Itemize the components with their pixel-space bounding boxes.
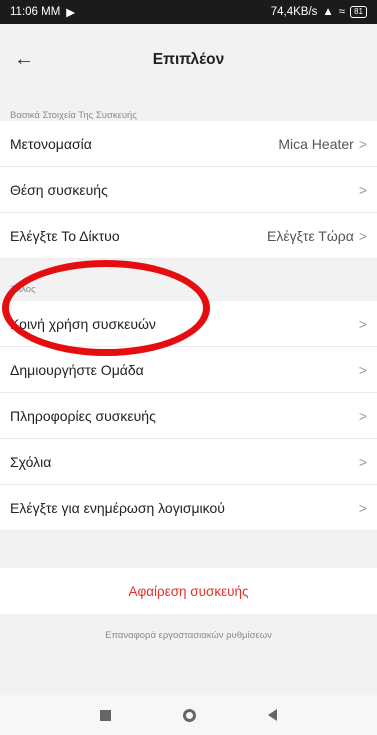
chevron-right-icon: >	[358, 135, 367, 152]
row-firmware-label: Ελέγξτε για ενημέρωση λογισμικού	[10, 499, 225, 516]
row-check-network[interactable]: Ελέγξτε Το Δίκτυο Ελέγξτε Τώρα >	[0, 213, 377, 259]
row-device-info[interactable]: Πληροφορίες συσκευής >	[0, 393, 377, 439]
row-rename-label: Μετονομασία	[10, 135, 92, 152]
row-network-label: Ελέγξτε Το Δίκτυο	[10, 227, 120, 244]
row-rename-value: Mica Heater	[278, 135, 354, 152]
status-bar: 11:06 MM ▶ 74,4KB/s ▲ ≈ 81	[0, 0, 377, 24]
chevron-right-icon: >	[358, 227, 367, 244]
row-sharing-label: Κοινή χρήση συσκευών	[10, 315, 156, 332]
remove-device-button[interactable]: Αφαίρεση συσκευής	[0, 568, 377, 614]
app-header: ← Επιπλέον	[0, 24, 377, 96]
chevron-right-icon: >	[358, 181, 367, 198]
row-feedback[interactable]: Σχόλια >	[0, 439, 377, 485]
recents-icon[interactable]	[100, 709, 111, 721]
row-device-sharing[interactable]: Κοινή χρήση συσκευών >	[0, 301, 377, 347]
chevron-right-icon: >	[358, 453, 367, 470]
factory-reset-link[interactable]: Επαναφορά εργοστασιακών ρυθμίσεων	[0, 630, 377, 641]
status-time: 11:06 MM	[10, 6, 61, 18]
row-location-label: Θέση συσκευής	[10, 181, 108, 198]
row-network-value: Ελέγξτε Τώρα	[267, 227, 354, 244]
row-feedback-label: Σχόλια	[10, 453, 52, 470]
row-firmware-update[interactable]: Ελέγξτε για ενημέρωση λογισμικού >	[0, 485, 377, 531]
home-icon[interactable]	[183, 708, 196, 722]
signal-icon: ▲	[322, 6, 334, 18]
back-icon[interactable]	[268, 709, 277, 721]
play-icon: ▶	[66, 7, 76, 19]
section-label-basic: Βασικά Στοιχεία Της Συσκευής	[10, 110, 137, 121]
row-device-location[interactable]: Θέση συσκευής >	[0, 167, 377, 213]
network-speed: 74,4KB/s	[270, 6, 318, 18]
chevron-right-icon: >	[358, 499, 367, 516]
wifi-icon: ≈	[338, 6, 346, 18]
row-group-label: Δημιουργήστε Ομάδα	[10, 361, 144, 378]
page-title: Επιπλέον	[152, 51, 225, 68]
row-create-group[interactable]: Δημιουργήστε Ομάδα >	[0, 347, 377, 393]
system-nav-bar	[0, 695, 377, 735]
chevron-right-icon: >	[358, 407, 367, 424]
row-info-label: Πληροφορίες συσκευής	[10, 407, 156, 424]
battery-icon: 81	[350, 6, 367, 18]
remove-device-label: Αφαίρεση συσκευής	[128, 583, 249, 599]
chevron-right-icon: >	[358, 315, 367, 332]
row-rename[interactable]: Μετονομασία Mica Heater >	[0, 121, 377, 167]
chevron-right-icon: >	[358, 361, 367, 378]
section-label-other: Άλλος	[10, 284, 36, 295]
